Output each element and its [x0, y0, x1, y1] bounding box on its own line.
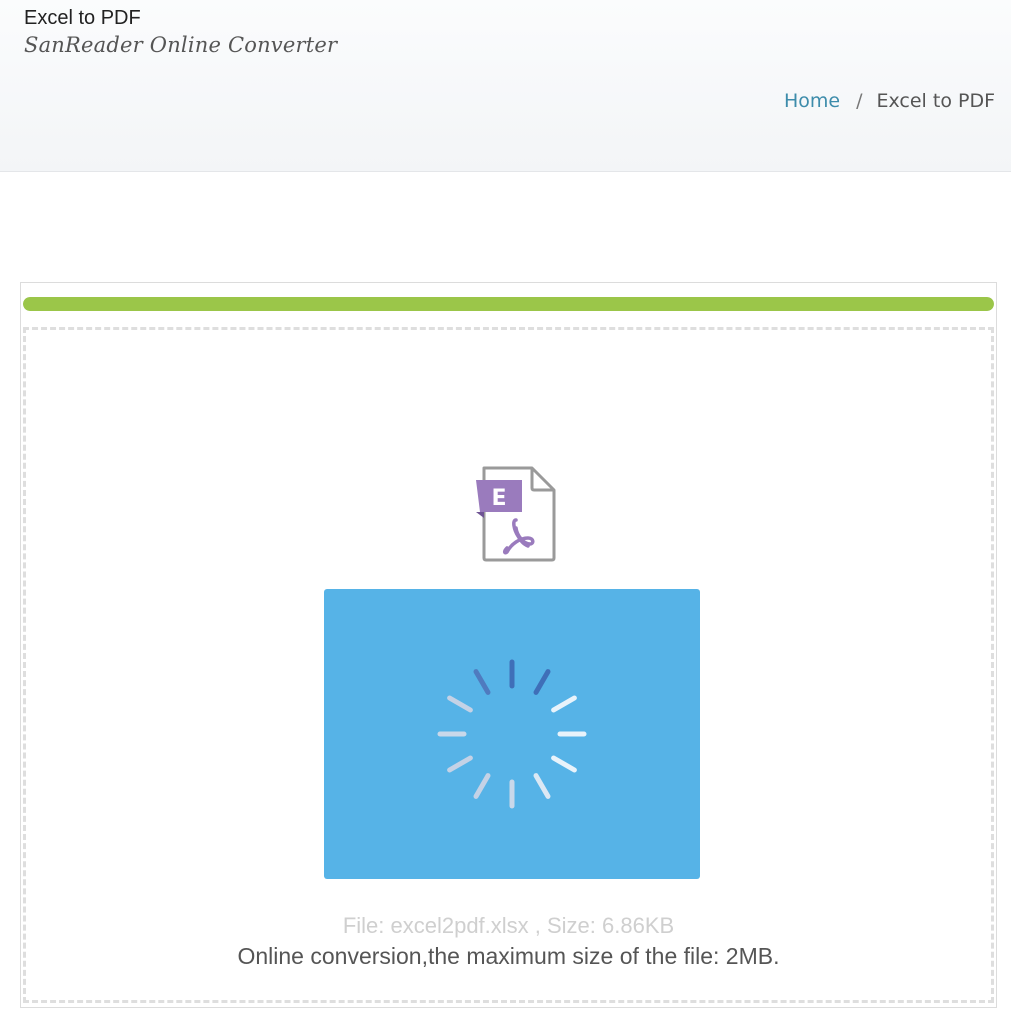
file-dropzone[interactable]: E File: excel2pdf.xlsx , Size: 6.86KB On…	[23, 327, 994, 1003]
upload-progress-bar	[23, 297, 994, 311]
breadcrumb-separator: /	[856, 90, 863, 112]
upload-progress-fill	[23, 297, 994, 311]
spinner-tick	[473, 773, 491, 799]
file-icon-letter: E	[491, 486, 506, 511]
convert-button[interactable]	[324, 589, 700, 879]
page-title: Excel to PDF	[24, 7, 141, 29]
spinner-tick	[551, 695, 577, 713]
spinner-tick	[533, 669, 551, 695]
page-subtitle: SanReader Online Converter	[24, 33, 338, 57]
spinner-tick	[473, 669, 491, 695]
breadcrumb-current: Excel to PDF	[876, 90, 996, 112]
loading-spinner-icon	[437, 659, 587, 809]
breadcrumb-home-link[interactable]: Home	[784, 90, 840, 112]
page-header: Excel to PDF SanReader Online Converter …	[0, 0, 1011, 172]
file-info-text: File: excel2pdf.xlsx , Size: 6.86KB	[342, 913, 675, 938]
spinner-tick	[447, 695, 473, 713]
spinner-tick	[533, 773, 551, 799]
converter-panel: E File: excel2pdf.xlsx , Size: 6.86KB On…	[20, 282, 997, 1008]
spinner-tick	[447, 755, 473, 773]
excel-to-pdf-file-icon: E	[476, 466, 556, 562]
breadcrumb: Home / Excel to PDF	[784, 90, 995, 112]
file-size-limit-text: Online conversion,the maximum size of th…	[237, 943, 780, 969]
spinner-tick	[551, 755, 577, 773]
